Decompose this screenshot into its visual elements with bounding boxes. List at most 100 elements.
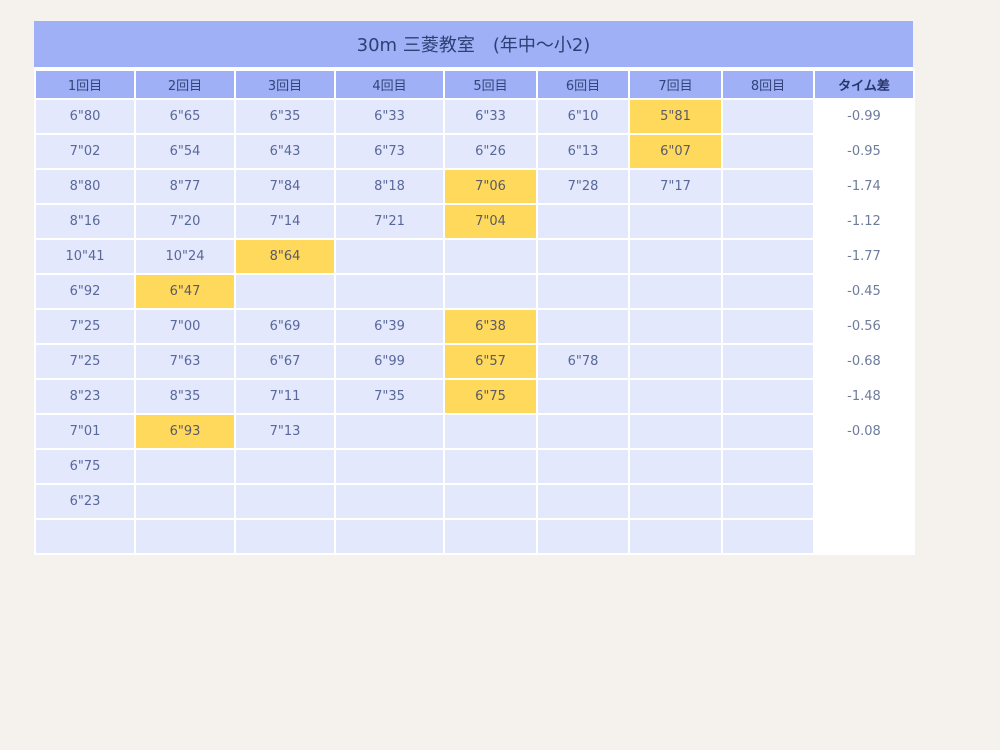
time-cell[interactable]: 6"43: [234, 133, 336, 170]
time-cell[interactable]: 6"75: [34, 448, 136, 485]
time-cell[interactable]: 7"28: [536, 168, 630, 205]
time-cell[interactable]: 6"33: [443, 98, 538, 135]
time-cell[interactable]: 6"80: [34, 98, 136, 135]
column-header-2[interactable]: 2回目: [134, 69, 236, 100]
time-cell[interactable]: [334, 518, 445, 555]
time-cell[interactable]: 6"75: [443, 378, 538, 415]
time-cell[interactable]: 7"02: [34, 133, 136, 170]
time-cell[interactable]: 10"41: [34, 238, 136, 275]
time-cell[interactable]: [721, 98, 815, 135]
time-diff-cell[interactable]: -1.77: [813, 238, 915, 275]
time-cell[interactable]: 6"99: [334, 343, 445, 380]
time-cell[interactable]: [443, 518, 538, 555]
time-cell[interactable]: 6"93: [134, 413, 236, 450]
time-cell[interactable]: [721, 343, 815, 380]
time-cell[interactable]: [628, 378, 723, 415]
time-diff-cell[interactable]: [813, 483, 915, 520]
time-cell[interactable]: 7"25: [34, 308, 136, 345]
time-diff-cell[interactable]: -1.12: [813, 203, 915, 240]
time-cell[interactable]: [721, 203, 815, 240]
time-cell[interactable]: 6"92: [34, 273, 136, 310]
time-cell[interactable]: [334, 448, 445, 485]
time-cell[interactable]: [134, 483, 236, 520]
time-cell[interactable]: [536, 273, 630, 310]
time-diff-cell[interactable]: [813, 518, 915, 555]
time-cell[interactable]: 7"04: [443, 203, 538, 240]
time-cell[interactable]: 7"01: [34, 413, 136, 450]
time-cell[interactable]: 6"13: [536, 133, 630, 170]
time-cell[interactable]: 8"77: [134, 168, 236, 205]
time-cell[interactable]: 7"84: [234, 168, 336, 205]
time-cell[interactable]: [234, 273, 336, 310]
time-diff-cell[interactable]: [813, 448, 915, 485]
time-cell[interactable]: [34, 518, 136, 555]
time-diff-cell[interactable]: -0.99: [813, 98, 915, 135]
time-diff-cell[interactable]: -0.45: [813, 273, 915, 310]
time-cell[interactable]: [628, 343, 723, 380]
time-diff-cell[interactable]: -0.08: [813, 413, 915, 450]
time-cell[interactable]: [628, 203, 723, 240]
time-cell[interactable]: [536, 308, 630, 345]
time-cell[interactable]: 8"16: [34, 203, 136, 240]
time-diff-cell[interactable]: -1.48: [813, 378, 915, 415]
time-cell[interactable]: 6"26: [443, 133, 538, 170]
time-cell[interactable]: 6"38: [443, 308, 538, 345]
time-cell[interactable]: [721, 518, 815, 555]
time-cell[interactable]: [536, 238, 630, 275]
time-cell[interactable]: 6"73: [334, 133, 445, 170]
time-cell[interactable]: [721, 483, 815, 520]
time-cell[interactable]: [536, 483, 630, 520]
time-cell[interactable]: [628, 273, 723, 310]
time-cell[interactable]: 8"80: [34, 168, 136, 205]
time-cell[interactable]: 8"23: [34, 378, 136, 415]
time-cell[interactable]: [536, 203, 630, 240]
time-cell[interactable]: [721, 413, 815, 450]
time-cell[interactable]: [721, 273, 815, 310]
time-cell[interactable]: [443, 413, 538, 450]
column-header-7[interactable]: 7回目: [628, 69, 723, 100]
time-cell[interactable]: 8"64: [234, 238, 336, 275]
time-cell[interactable]: [721, 378, 815, 415]
column-header-4[interactable]: 4回目: [334, 69, 445, 100]
time-cell[interactable]: [721, 133, 815, 170]
time-cell[interactable]: [234, 483, 336, 520]
time-cell[interactable]: 8"35: [134, 378, 236, 415]
time-cell[interactable]: 6"23: [34, 483, 136, 520]
time-cell[interactable]: 6"69: [234, 308, 336, 345]
time-cell[interactable]: 6"47: [134, 273, 236, 310]
time-cell[interactable]: [721, 448, 815, 485]
time-diff-cell[interactable]: -0.56: [813, 308, 915, 345]
time-cell[interactable]: [628, 413, 723, 450]
column-header-time-diff[interactable]: タイム差: [813, 69, 915, 100]
time-cell[interactable]: [443, 448, 538, 485]
time-cell[interactable]: 7"00: [134, 308, 236, 345]
time-cell[interactable]: [234, 448, 336, 485]
time-cell[interactable]: 5"81: [628, 98, 723, 135]
time-cell[interactable]: [628, 483, 723, 520]
time-cell[interactable]: [536, 448, 630, 485]
time-cell[interactable]: 6"35: [234, 98, 336, 135]
time-cell[interactable]: 6"65: [134, 98, 236, 135]
time-cell[interactable]: 7"13: [234, 413, 336, 450]
time-cell[interactable]: [443, 238, 538, 275]
column-header-3[interactable]: 3回目: [234, 69, 336, 100]
column-header-5[interactable]: 5回目: [443, 69, 538, 100]
time-diff-cell[interactable]: -0.95: [813, 133, 915, 170]
time-cell[interactable]: [443, 273, 538, 310]
time-cell[interactable]: 6"57: [443, 343, 538, 380]
column-header-1[interactable]: 1回目: [34, 69, 136, 100]
time-diff-cell[interactable]: -0.68: [813, 343, 915, 380]
time-cell[interactable]: 6"10: [536, 98, 630, 135]
time-cell[interactable]: 6"78: [536, 343, 630, 380]
time-cell[interactable]: [628, 448, 723, 485]
time-cell[interactable]: [536, 378, 630, 415]
time-cell[interactable]: 6"39: [334, 308, 445, 345]
time-cell[interactable]: [334, 273, 445, 310]
time-cell[interactable]: [536, 518, 630, 555]
time-cell[interactable]: 6"33: [334, 98, 445, 135]
time-cell[interactable]: [536, 413, 630, 450]
time-cell[interactable]: 7"25: [34, 343, 136, 380]
time-cell[interactable]: [134, 518, 236, 555]
time-cell[interactable]: 8"18: [334, 168, 445, 205]
time-cell[interactable]: 10"24: [134, 238, 236, 275]
